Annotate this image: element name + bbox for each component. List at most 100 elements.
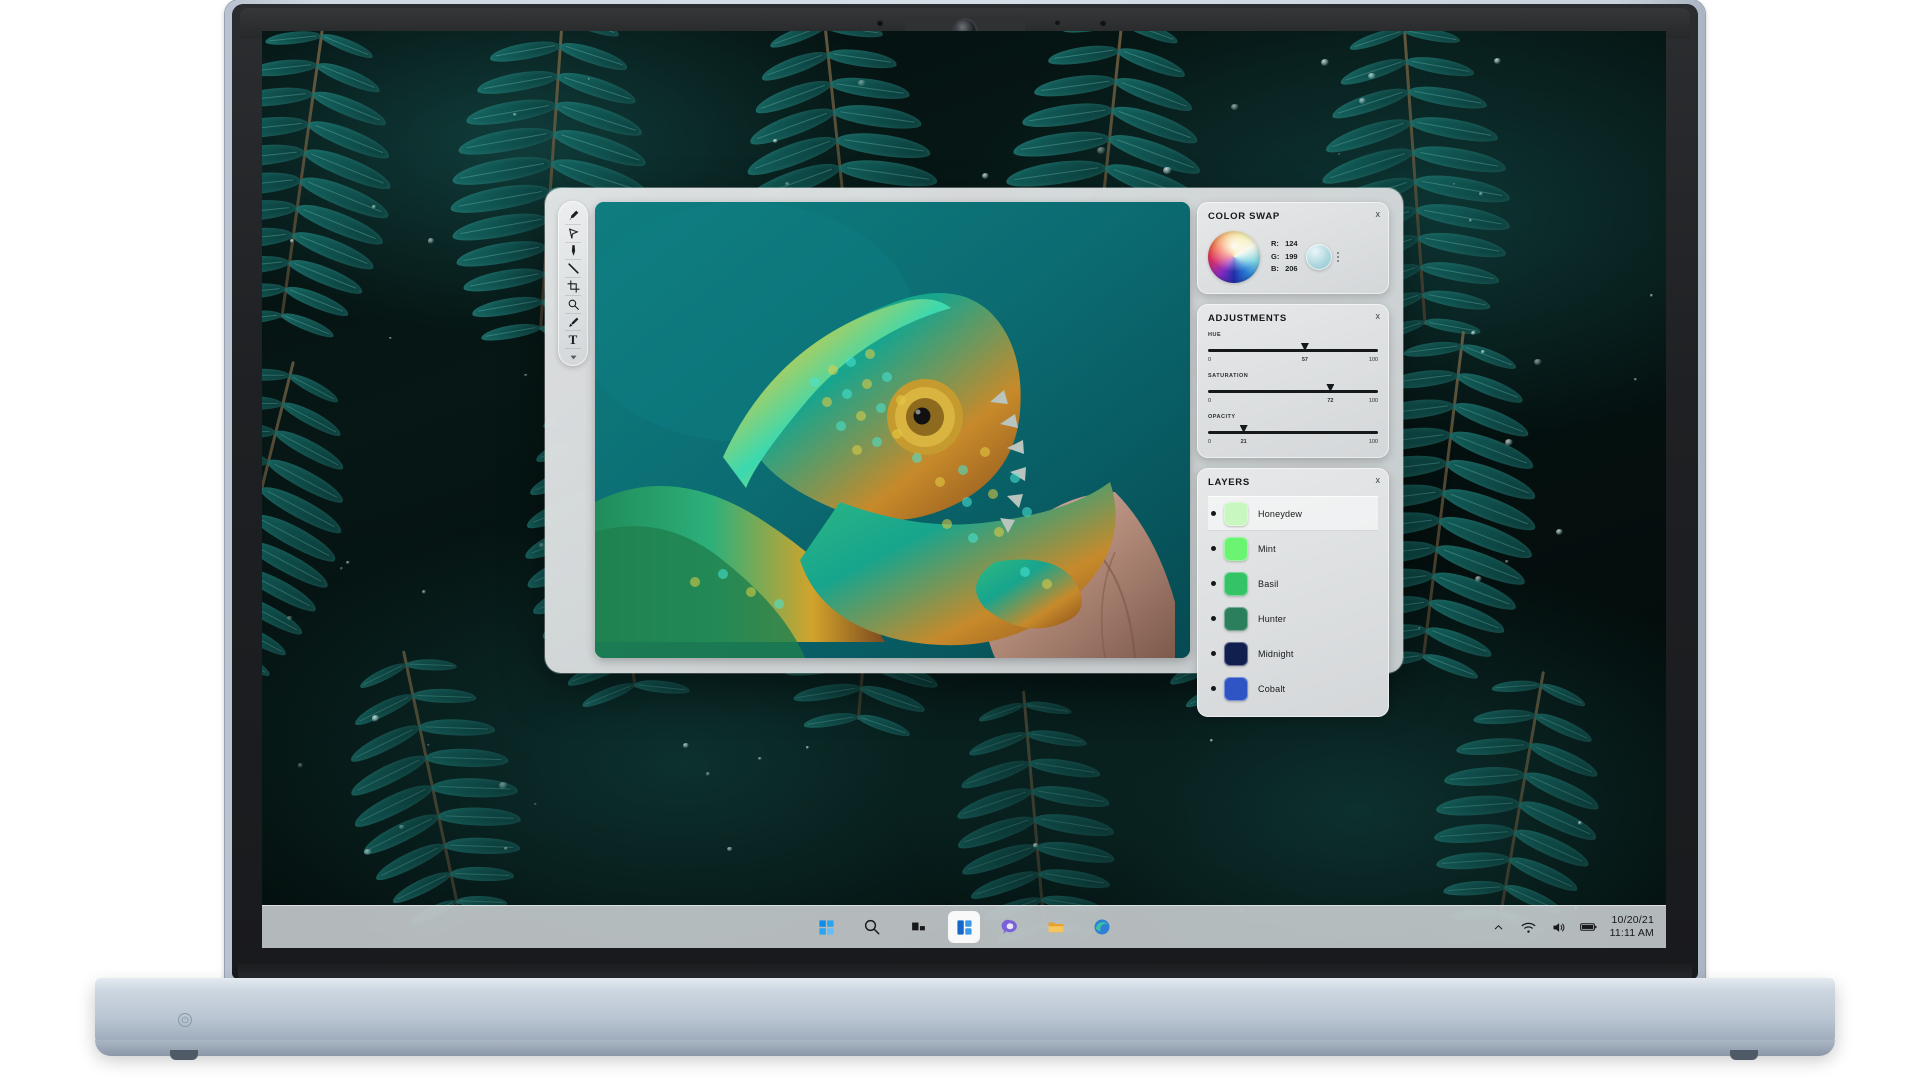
slider-track-wrap[interactable]: [1208, 384, 1378, 397]
fern-leaflet: [1436, 793, 1521, 817]
color-swatch-preview[interactable]: [1306, 244, 1332, 270]
lasso-tool[interactable]: [561, 225, 585, 242]
layer-row[interactable]: Basil: [1208, 566, 1378, 601]
layer-color-swatch[interactable]: [1224, 502, 1248, 526]
close-icon[interactable]: x: [1376, 312, 1381, 321]
adjustments-title: ADJUSTMENTS: [1208, 313, 1378, 324]
slider-track-wrap[interactable]: [1208, 343, 1378, 356]
layer-name-label: Mint: [1258, 544, 1276, 554]
slider-opacity[interactable]: OPACITY 0 21 100: [1208, 414, 1378, 447]
close-icon[interactable]: x: [1376, 476, 1381, 485]
layer-color-swatch[interactable]: [1224, 572, 1248, 596]
clock[interactable]: 10/20/21 11:11 AM: [1610, 914, 1654, 940]
fern-leaflet: [1033, 810, 1116, 840]
slider-track-wrap[interactable]: [1208, 425, 1378, 438]
slider-hue[interactable]: HUE 0 57 100: [1208, 332, 1378, 365]
color-wheel[interactable]: [1208, 231, 1260, 283]
start-button[interactable]: [811, 912, 841, 942]
crop-tool[interactable]: [561, 278, 585, 295]
more-tools-chevron-down-icon[interactable]: [561, 349, 585, 366]
water-droplet: [1578, 821, 1582, 824]
fern-leaflet: [634, 678, 691, 696]
layers-panel[interactable]: LAYERS x Honeydew Mint Basil Hunter Midnight…: [1197, 468, 1389, 717]
slider-saturation[interactable]: SATURATION 0 72 100: [1208, 373, 1378, 406]
layer-visibility-icon[interactable]: [1211, 511, 1216, 516]
marker-tool[interactable]: [561, 243, 585, 260]
adjustments-panel[interactable]: ADJUSTMENTS x HUE 0 57 100 SATURATION 0 72 100 O…: [1197, 304, 1389, 458]
fern-leaflet: [450, 866, 515, 882]
water-droplet: [1534, 359, 1542, 366]
layer-color-swatch[interactable]: [1224, 677, 1248, 701]
water-droplet: [539, 543, 545, 548]
water-droplet: [372, 205, 376, 208]
slider-track[interactable]: [1208, 431, 1378, 434]
image-canvas[interactable]: [595, 202, 1190, 658]
layer-row[interactable]: Midnight: [1208, 636, 1378, 671]
layer-row[interactable]: Cobalt: [1208, 671, 1378, 706]
fern-leaflet: [959, 755, 1032, 793]
layer-visibility-icon[interactable]: [1211, 651, 1216, 656]
tool-rail[interactable]: T: [558, 201, 588, 366]
close-icon[interactable]: x: [1376, 210, 1381, 219]
slider-value: 72: [1327, 398, 1333, 404]
volume-icon[interactable]: [1550, 919, 1567, 936]
wifi-icon[interactable]: [1520, 919, 1537, 936]
system-tray[interactable]: 10/20/21 11:11 AM: [1490, 914, 1654, 940]
fern-leaflet: [1533, 708, 1596, 746]
image-editor-window[interactable]: T COLOR SWAP x R: 124 G: 199 B: 206 ADJU…: [545, 188, 1403, 673]
water-droplet: [1634, 378, 1637, 380]
layer-row[interactable]: Mint: [1208, 531, 1378, 566]
show-hidden-icons-chevron-up-icon[interactable]: [1490, 919, 1507, 936]
line-tool[interactable]: [561, 260, 585, 277]
water-droplet: [340, 567, 343, 570]
search-button[interactable]: [857, 912, 887, 942]
fern-leaflet: [352, 689, 416, 730]
layer-row[interactable]: Hunter: [1208, 601, 1378, 636]
fern-leaflet: [1402, 339, 1462, 359]
brush-tool[interactable]: [561, 207, 585, 224]
more-options-icon[interactable]: [1337, 252, 1339, 262]
fern-leaflet: [1413, 170, 1512, 207]
layer-name-label: Basil: [1258, 579, 1279, 589]
fern-leaflet: [1538, 679, 1588, 709]
fern-leaflet: [558, 38, 631, 75]
battery-icon[interactable]: [1580, 919, 1597, 936]
water-droplet: [758, 757, 762, 760]
layer-visibility-icon[interactable]: [1211, 686, 1216, 691]
water-droplet: [1338, 153, 1340, 155]
task-view-button[interactable]: [903, 912, 933, 942]
fern-leaflet: [1116, 43, 1188, 82]
power-button[interactable]: ⏻: [178, 1013, 192, 1027]
magnifier-tool[interactable]: [561, 296, 585, 313]
slider-track[interactable]: [1208, 349, 1378, 352]
microphone-hole: [877, 20, 883, 26]
text-tool[interactable]: T: [561, 331, 585, 348]
microphone-hole: [1055, 20, 1060, 25]
layer-color-swatch[interactable]: [1224, 642, 1248, 666]
layer-visibility-icon[interactable]: [1211, 546, 1216, 551]
fern-leaflet: [488, 37, 561, 65]
layer-row[interactable]: Honeydew: [1208, 496, 1378, 531]
fern-leaflet: [1047, 42, 1120, 67]
edge-button[interactable]: [1087, 912, 1117, 942]
layer-color-swatch[interactable]: [1224, 607, 1248, 631]
taskbar[interactable]: 10/20/21 11:11 AM: [262, 905, 1666, 948]
layer-visibility-icon[interactable]: [1211, 581, 1216, 586]
layer-name-label: Midnight: [1258, 649, 1294, 659]
layer-list[interactable]: Honeydew Mint Basil Hunter Midnight Cobalt: [1208, 496, 1378, 706]
water-droplet: [858, 80, 865, 86]
rgb-value-b: 206: [1285, 264, 1298, 273]
fern-leaflet: [767, 31, 826, 51]
file-explorer-button[interactable]: [1041, 912, 1071, 942]
slider-track[interactable]: [1208, 390, 1378, 393]
fern-leaflet: [1021, 99, 1114, 131]
slider-value: 21: [1241, 439, 1247, 445]
eyedropper-tool[interactable]: [561, 314, 585, 331]
fern-leaflet: [1407, 82, 1489, 113]
layer-visibility-icon[interactable]: [1211, 616, 1216, 621]
fern-leaflet: [262, 57, 318, 79]
widgets-button[interactable]: [949, 912, 979, 942]
layer-color-swatch[interactable]: [1224, 537, 1248, 561]
color-swap-panel[interactable]: COLOR SWAP x R: 124 G: 199 B: 206: [1197, 202, 1389, 294]
chat-button[interactable]: [995, 912, 1025, 942]
